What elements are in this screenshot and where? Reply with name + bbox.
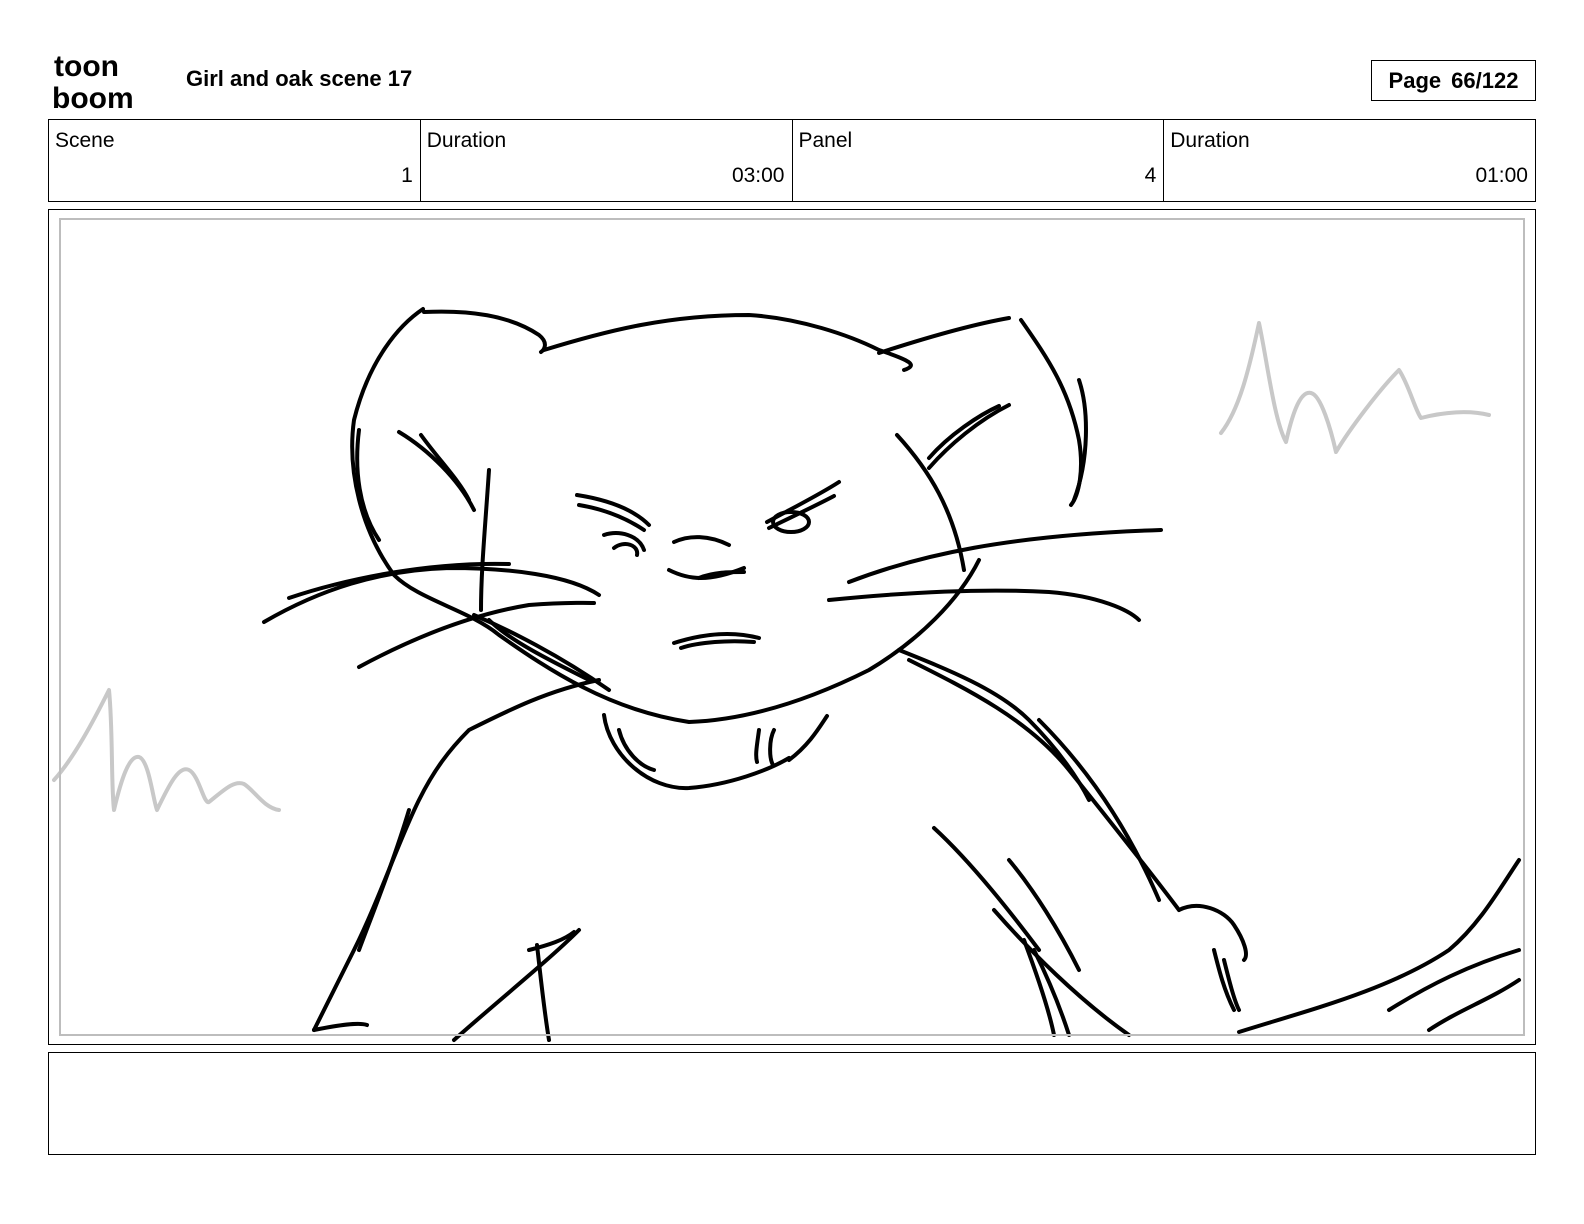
logo-line2: boom bbox=[52, 82, 134, 112]
scene-cell: Scene 1 bbox=[49, 120, 421, 201]
page-label: Page bbox=[1388, 67, 1442, 93]
grass-tuft-left bbox=[52, 688, 281, 812]
panel-duration-value: 01:00 bbox=[1475, 164, 1528, 187]
scene-label: Scene bbox=[55, 129, 115, 152]
panel-duration-cell: Duration 01:00 bbox=[1164, 120, 1535, 201]
document-title: Girl and oak scene 17 bbox=[186, 66, 413, 91]
panel-sketch-image bbox=[52, 307, 1521, 1042]
scene-duration-cell: Duration 03:00 bbox=[421, 120, 793, 201]
toon-boom-logo: toon boom bbox=[52, 50, 134, 112]
scene-value: 1 bbox=[401, 164, 413, 187]
panel-notes-box bbox=[48, 1052, 1536, 1155]
storyboard-panel-frame bbox=[48, 209, 1536, 1045]
scene-duration-label: Duration bbox=[426, 129, 507, 152]
page-indicator: Page 66/122 bbox=[1371, 60, 1536, 101]
panel-label: Panel bbox=[798, 129, 853, 152]
cat-sketch bbox=[262, 307, 1521, 1042]
scene-duration-value: 03:00 bbox=[731, 164, 785, 187]
panel-info-table: Scene 1 Duration 03:00 Panel 4 Duration … bbox=[48, 119, 1536, 202]
panel-cell: Panel 4 bbox=[793, 120, 1165, 201]
panel-value: 4 bbox=[1144, 164, 1157, 187]
grass-tuft-right bbox=[1219, 321, 1491, 454]
logo-line1: toon bbox=[54, 50, 119, 83]
page-number: 66/122 bbox=[1451, 67, 1519, 93]
panel-duration-label: Duration bbox=[1170, 129, 1250, 152]
